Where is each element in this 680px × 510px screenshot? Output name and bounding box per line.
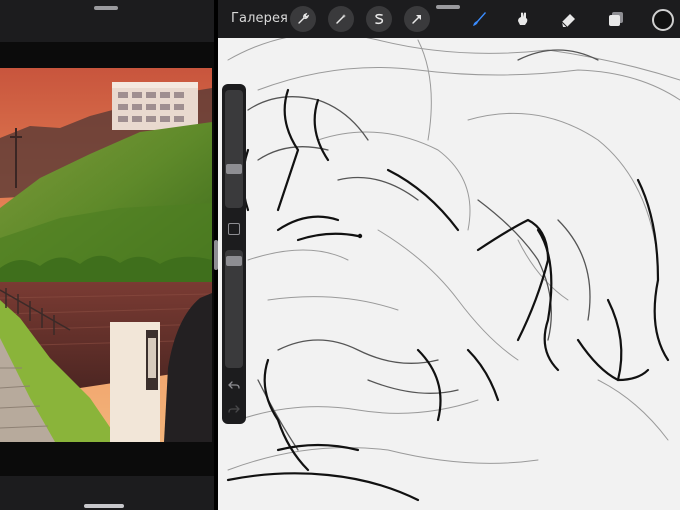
home-indicator[interactable] [84,504,124,508]
canvas-multitask-grabber[interactable] [436,5,460,9]
gallery-button[interactable]: Галерея [231,11,288,26]
opacity-slider[interactable] [225,250,243,368]
video-top-bar [0,0,214,42]
transform-arrow-icon[interactable] [404,6,430,32]
eraser-icon[interactable] [556,6,582,32]
brush-size-thumb[interactable] [226,164,242,174]
anime-scene-image [0,68,212,442]
canvas-sidebar [222,84,246,424]
modify-square-icon[interactable] [228,223,240,235]
undo-icon[interactable] [227,378,241,392]
opacity-thumb[interactable] [226,256,242,266]
brush-icon[interactable] [466,6,492,32]
magic-wand-icon[interactable] [328,6,354,32]
selection-icon[interactable] [366,6,392,32]
video-player-pane[interactable] [0,0,214,510]
video-bottom-bar [0,476,214,510]
wrench-icon[interactable] [290,6,316,32]
color-picker-button[interactable] [652,9,674,31]
multitask-grabber[interactable] [94,6,118,10]
layers-icon[interactable] [603,6,629,32]
video-frame[interactable] [0,68,212,442]
sketch-artwork [226,32,680,502]
brush-size-slider[interactable] [225,90,243,208]
redo-icon[interactable] [227,402,241,416]
smudge-icon[interactable] [510,6,536,32]
drawing-canvas[interactable] [218,0,680,510]
